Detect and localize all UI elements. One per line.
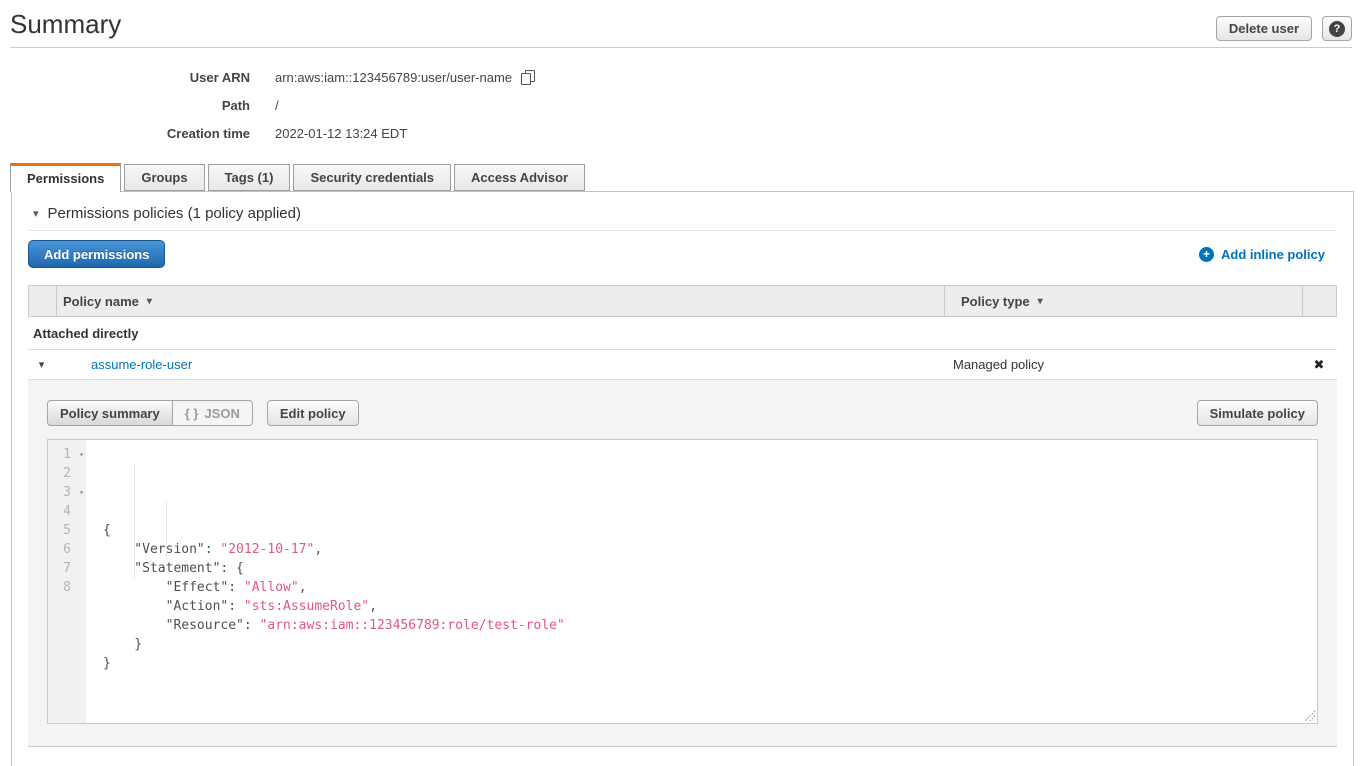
- gutter-line: 6: [48, 540, 86, 559]
- sort-caret-icon: ▾: [1038, 296, 1043, 307]
- help-icon: ?: [1329, 21, 1345, 37]
- line-number: 8: [63, 580, 71, 595]
- detail-row: User ARN arn:aws:iam::123456789:user/user…: [0, 63, 1362, 91]
- detach-policy-icon[interactable]: ✖: [1314, 357, 1325, 373]
- permissions-toolbar: Add permissions + Add inline policy: [28, 240, 1337, 268]
- policy-json-editor[interactable]: 1▾23▾45678 { "Version": "2012-10-17", "S…: [47, 439, 1318, 724]
- detail-label: User ARN: [0, 70, 250, 85]
- detail-value: arn:aws:iam::123456789:user/user-name: [275, 70, 512, 85]
- add-inline-policy-label: Add inline policy: [1221, 247, 1325, 262]
- json-view-button[interactable]: { } JSON: [172, 400, 253, 426]
- line-number: 4: [63, 504, 71, 519]
- gutter-line: 7: [48, 559, 86, 578]
- code-line: }: [103, 635, 1317, 654]
- tab-access-advisor[interactable]: Access Advisor: [454, 164, 585, 191]
- line-number: 2: [63, 466, 71, 481]
- detail-label: Creation time: [0, 126, 250, 141]
- simulate-policy-button[interactable]: Simulate policy: [1197, 400, 1318, 426]
- gutter-line: 4: [48, 502, 86, 521]
- gutter-line: 1▾: [48, 445, 86, 464]
- detail-label: Path: [0, 98, 250, 113]
- tab-permissions[interactable]: Permissions: [10, 163, 121, 192]
- attached-directly-group-row: Attached directly: [28, 317, 1337, 350]
- edit-policy-button[interactable]: Edit policy: [267, 400, 359, 426]
- table-header-expand-column: [29, 286, 56, 316]
- column-policy-type: Policy type ▾: [944, 286, 1302, 316]
- page-title: Summary: [10, 8, 1352, 40]
- line-number: 1: [63, 447, 71, 462]
- resize-handle-icon[interactable]: [1303, 709, 1316, 722]
- editor-code: { "Version": "2012-10-17", "Statement": …: [86, 440, 1317, 723]
- gutter-line: 8: [48, 578, 86, 597]
- line-number: 7: [63, 561, 71, 576]
- permissions-policies-section-header[interactable]: ▾ Permissions policies (1 policy applied…: [28, 205, 1337, 222]
- collapse-section-icon: ▾: [33, 207, 39, 220]
- tab-groups[interactable]: Groups: [124, 164, 204, 191]
- detail-row: Path /: [0, 91, 1362, 119]
- code-line: {: [103, 521, 1317, 540]
- editor-gutter: 1▾23▾45678: [48, 440, 86, 723]
- policy-summary-button[interactable]: Policy summary: [47, 400, 173, 426]
- delete-user-button[interactable]: Delete user: [1216, 16, 1312, 41]
- section-divider: [28, 230, 1337, 231]
- tab-tags-1[interactable]: Tags (1): [208, 164, 291, 191]
- add-permissions-button[interactable]: Add permissions: [28, 240, 165, 268]
- gutter-line: 3▾: [48, 483, 86, 502]
- policy-view-toggle-group: Policy summary { } JSON: [47, 400, 253, 426]
- braces-icon: { }: [185, 406, 199, 421]
- indent-guide: [166, 502, 167, 559]
- line-number: 5: [63, 523, 71, 538]
- code-line: "Effect": "Allow",: [103, 578, 1317, 597]
- table-header-actions-column: [1302, 286, 1336, 316]
- plus-icon: +: [1199, 247, 1214, 262]
- user-details: User ARN arn:aws:iam::123456789:user/user…: [0, 63, 1362, 147]
- policy-name-sort-button[interactable]: Policy name ▾: [63, 294, 152, 309]
- add-inline-policy-link[interactable]: + Add inline policy: [1199, 247, 1325, 262]
- header-divider: [10, 47, 1352, 48]
- line-number: 6: [63, 542, 71, 557]
- indent-guide: [134, 464, 135, 578]
- code-fold-icon[interactable]: ▾: [79, 445, 84, 464]
- code-fold-icon[interactable]: ▾: [79, 483, 84, 502]
- policy-detail-panel: Policy summary { } JSON Edit policy Simu…: [28, 380, 1337, 747]
- page-header: Summary Delete user ?: [0, 0, 1362, 48]
- code-line: }: [103, 654, 1317, 673]
- table-header-row: Policy name ▾ Policy type ▾: [28, 285, 1337, 317]
- detail-value: /: [275, 98, 279, 113]
- section-title: Permissions policies (1 policy applied): [48, 205, 301, 222]
- code-line: "Resource": "arn:aws:iam::123456789:role…: [103, 616, 1317, 635]
- detail-value: 2022-01-12 13:24 EDT: [275, 126, 407, 141]
- policy-name-link[interactable]: assume-role-user: [91, 357, 192, 372]
- code-line: "Statement": {: [103, 559, 1317, 578]
- policy-type-value: Managed policy: [953, 357, 1044, 372]
- attached-policies-table: Policy name ▾ Policy type ▾ Attached dir…: [28, 285, 1337, 747]
- collapse-policy-icon[interactable]: ▾: [39, 358, 45, 371]
- column-policy-name: Policy name ▾: [56, 286, 944, 316]
- detail-row: Creation time 2022-01-12 13:24 EDT: [0, 119, 1362, 147]
- policy-view-buttons: Policy summary { } JSON Edit policy Simu…: [47, 400, 1318, 426]
- line-number: 3: [63, 485, 71, 500]
- help-button[interactable]: ?: [1322, 16, 1352, 41]
- code-line: "Version": "2012-10-17",: [103, 540, 1317, 559]
- copy-icon[interactable]: [521, 70, 535, 85]
- header-actions: Delete user ?: [1216, 16, 1352, 41]
- tab-bar: PermissionsGroupsTags (1)Security creden…: [0, 163, 1362, 191]
- gutter-line: 5: [48, 521, 86, 540]
- sort-caret-icon: ▾: [147, 296, 152, 307]
- policy-row: ▾ assume-role-user Managed policy ✖: [28, 350, 1337, 380]
- permissions-tab-panel: ▾ Permissions policies (1 policy applied…: [11, 191, 1354, 766]
- policy-type-sort-button[interactable]: Policy type ▾: [961, 294, 1043, 309]
- iam-user-summary-page: Summary Delete user ? User ARN arn:aws:ia…: [0, 0, 1362, 766]
- code-line: "Action": "sts:AssumeRole",: [103, 597, 1317, 616]
- tab-security-credentials[interactable]: Security credentials: [293, 164, 451, 191]
- gutter-line: 2: [48, 464, 86, 483]
